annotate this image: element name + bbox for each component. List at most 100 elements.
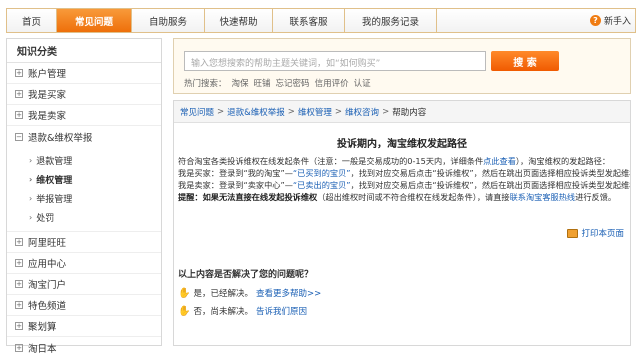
print-page-link[interactable]: 打印本页面 (567, 227, 624, 239)
top-nav: 首页 常见问题 自助服务 快速帮助 联系客服 我的服务记录 ? 新手入 (6, 8, 636, 33)
sidebar-item-label: 应用中心 (28, 259, 67, 270)
sold-items-link[interactable]: “已卖出的宝贝” (293, 180, 351, 190)
breadcrumb-link[interactable]: 常见问题 (180, 106, 214, 118)
arrow-icon: › (29, 156, 33, 165)
tell-us-link[interactable]: 告诉我们原因 (256, 305, 307, 317)
feedback-no: ✋ 否，尚未解决。 告诉我们原因 (178, 305, 307, 318)
hot-keyword[interactable]: 信用评价 (315, 77, 349, 89)
breadcrumb-separator: > (382, 106, 390, 117)
bought-items-link[interactable]: “已买到的宝贝” (293, 168, 351, 178)
tab-contact-service[interactable]: 联系客服 (273, 9, 345, 32)
sidebar-sub-refund-mgmt[interactable]: › 退款管理 (7, 151, 161, 170)
article-text: 符合淘宝各类投诉维权在线发起条件（注意：一般是交易成功的0-15天内，详细条件 (178, 156, 484, 166)
sidebar-sub-label: 维权管理 (36, 176, 73, 186)
reminder-text: 提醒：如果无法直接在线发起投诉维权 (178, 192, 318, 202)
article-text: 进行反馈。 (575, 192, 617, 202)
newbie-label: 新手入 (603, 17, 631, 27)
more-help-link[interactable]: 查看更多帮助>> (256, 287, 321, 299)
feedback-question: 以上内容是否解决了您的问题呢？ (178, 270, 314, 280)
sidebar-item-label: 特色频道 (28, 301, 67, 312)
thumbs-up-icon: ✋ (178, 287, 191, 299)
feedback-no-text: 否，尚未解决。 (193, 307, 253, 317)
expand-icon: + (15, 69, 23, 77)
print-label: 打印本页面 (581, 229, 624, 239)
article-line: 我是买家：登录到“我的淘宝”—“已买到的宝贝”，找到对应交易后点击“投诉维权”，… (178, 167, 630, 179)
sidebar-item-label: 我是买家 (28, 90, 67, 101)
sidebar-item-label: 淘日本 (28, 343, 57, 355)
breadcrumb-current: 帮助内容 (392, 107, 427, 118)
tab-quick-help[interactable]: 快速帮助 (205, 9, 273, 32)
breadcrumb-separator: > (334, 106, 343, 117)
thumbs-down-icon: ✋ (178, 305, 191, 317)
hot-keyword[interactable]: 忘记密码 (276, 77, 310, 89)
sidebar-sub-label: 举报管理 (36, 195, 73, 205)
article-line: 我是卖家：登录到“卖家中心”—“已卖出的宝贝”，找到对应交易后点击“投诉维权”，… (178, 179, 630, 191)
hotline-link[interactable]: 联系淘宝客服热线 (510, 192, 576, 202)
article-line: 符合淘宝各类投诉维权在线发起条件（注意：一般是交易成功的0-15天内，详细条件点… (178, 155, 630, 167)
article-text: （超出维权时间或不符合维权在线发起条件），请直接 (317, 192, 510, 202)
sidebar-item-label: 淘宝门户 (28, 280, 67, 291)
sidebar-item-app-center[interactable]: + 应用中心 (7, 253, 161, 274)
sidebar-item-seller[interactable]: + 我是卖家 (7, 105, 161, 126)
expand-icon: + (15, 259, 23, 267)
tab-faq[interactable]: 常见问题 (57, 9, 132, 32)
expand-icon: + (15, 90, 23, 98)
feedback-yes: ✋ 是，已经解决。 查看更多帮助>> (178, 287, 321, 300)
breadcrumb: 常见问题 > 退款&维权举报 > 维权管理 > 维权咨询 > 帮助内容 (174, 101, 630, 123)
hot-keyword[interactable]: 认证 (354, 77, 371, 89)
breadcrumb-link[interactable]: 维权咨询 (345, 106, 379, 118)
expand-icon: + (15, 343, 23, 352)
article-line: 提醒：如果无法直接在线发起投诉维权（超出维权时间或不符合维权在线发起条件），请直… (178, 191, 630, 203)
hot-search-label: 热门搜索： (184, 79, 227, 89)
hot-keyword[interactable]: 淘保 (232, 77, 249, 89)
content-panel: 常见问题 > 退款&维权举报 > 维权管理 > 维权咨询 > 帮助内容 投诉期内，淘宝维… (173, 100, 631, 346)
article-title: 投诉期内，淘宝维权发起路径 (337, 139, 467, 150)
tab-home[interactable]: 首页 (7, 9, 57, 32)
tab-service-records[interactable]: 我的服务记录 (345, 9, 437, 32)
expand-icon: + (15, 301, 23, 309)
breadcrumb-separator: > (287, 106, 295, 117)
breadcrumb-separator: > (217, 106, 225, 117)
sidebar-sub-report-mgmt[interactable]: › 举报管理 (7, 189, 161, 208)
sidebar-item-refund[interactable]: − 退款&维权举报 (7, 126, 161, 147)
sidebar-sub-label: 处罚 (36, 214, 55, 224)
sidebar-item-portal[interactable]: + 淘宝门户 (7, 274, 161, 295)
newbie-link[interactable]: ? 新手入 (589, 9, 635, 32)
sidebar-item-label: 我是卖家 (28, 111, 67, 122)
sidebar-item-label: 退款&维权举报 (28, 132, 93, 144)
collapse-icon: − (15, 132, 23, 141)
article-text: ，找到对应交易后点击“投诉维权”，然后在跳出页面选择相应投诉类型发起维权。 (350, 180, 630, 190)
sidebar-item-wangwang[interactable]: + 阿里旺旺 (7, 232, 161, 253)
sidebar-subitems: › 退款管理 › 维权管理 › 举报管理 › 处罚 (7, 147, 161, 232)
article-text: 我是买家：登录到“我的淘宝”— (178, 168, 293, 178)
expand-icon: + (15, 280, 23, 288)
tab-self-service[interactable]: 自助服务 (132, 9, 205, 32)
sidebar: 知识分类 + 账户管理 + 我是买家 + 我是卖家 − 退款&维权举报 › 退款管理 › 维… (6, 38, 162, 355)
sidebar-item-juhuasuan[interactable]: + 聚划算 (7, 316, 161, 337)
breadcrumb-link[interactable]: 维权管理 (298, 106, 332, 118)
arrow-icon: › (29, 213, 33, 222)
sidebar-item-label: 阿里旺旺 (28, 238, 67, 249)
sidebar-item-account[interactable]: + 账户管理 (7, 63, 161, 84)
expand-icon: + (15, 322, 23, 330)
conditions-link[interactable]: 点此查看 (483, 156, 516, 166)
sidebar-item-buyer[interactable]: + 我是买家 (7, 84, 161, 105)
article-text: ），淘宝维权的发起路径： (515, 156, 611, 166)
expand-icon: + (15, 238, 23, 246)
breadcrumb-link[interactable]: 退款&维权举报 (227, 106, 285, 118)
search-button[interactable]: 搜 索 (491, 51, 559, 71)
sidebar-item-japan[interactable]: + 淘日本 (7, 337, 161, 358)
sidebar-sub-penalty[interactable]: › 处罚 (7, 208, 161, 227)
sidebar-title: 知识分类 (7, 39, 161, 63)
arrow-icon: › (29, 194, 33, 203)
sidebar-sub-label: 退款管理 (36, 157, 73, 167)
article-text: ，找到对应交易后点击“投诉维权”，然后在跳出页面选择相应投诉类型发起维权。 (350, 168, 630, 178)
sidebar-sub-rights-mgmt[interactable]: › 维权管理 (7, 170, 161, 189)
expand-icon: + (15, 111, 23, 119)
sidebar-item-label: 账户管理 (28, 69, 67, 80)
sidebar-item-featured[interactable]: + 特色频道 (7, 295, 161, 316)
feedback-yes-text: 是，已经解决。 (193, 289, 253, 299)
hot-keyword[interactable]: 旺铺 (254, 77, 271, 89)
search-input[interactable]: 输入您想搜索的帮助主题关键词，如“如何购买” (184, 51, 486, 71)
